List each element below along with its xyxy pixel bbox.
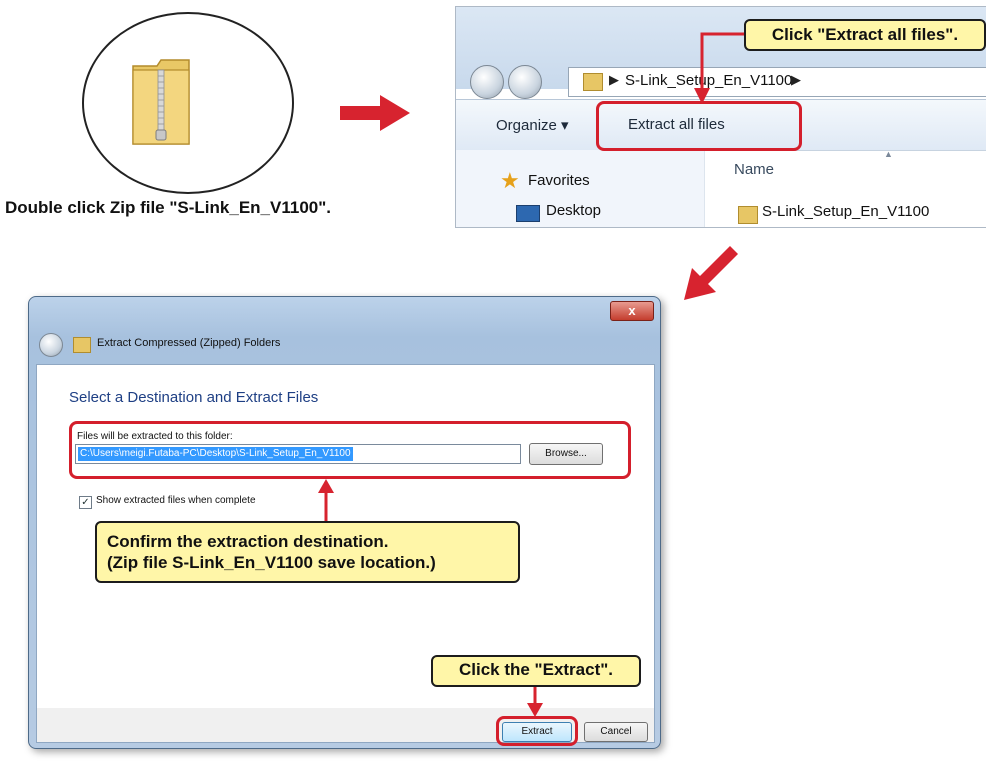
- destination-callout: Confirm the extraction destination. (Zip…: [95, 521, 520, 583]
- breadcrumb-separator-icon[interactable]: ▶: [609, 72, 619, 88]
- address-bar[interactable]: ▶ S-Link_Setup_En_V1100 ▶: [568, 67, 986, 97]
- navigation-pane: ★ Favorites Desktop: [456, 150, 705, 227]
- close-button[interactable]: x: [610, 301, 654, 321]
- up-arrow-icon: [318, 479, 334, 523]
- zip-folder-icon: [73, 337, 91, 353]
- breadcrumb-separator-icon[interactable]: ▶: [791, 72, 801, 88]
- dialog-heading: Select a Destination and Extract Files: [69, 389, 319, 406]
- callout-pointer-arrow: [694, 32, 748, 104]
- back-button[interactable]: [39, 333, 63, 357]
- extract-all-callout: Click "Extract all files".: [744, 19, 986, 51]
- zip-folder-icon[interactable]: [127, 52, 197, 152]
- desktop-icon: [516, 205, 540, 222]
- nav-item-favorites[interactable]: Favorites: [528, 172, 590, 189]
- zip-file-caption: Double click Zip file "S-Link_En_V1100".: [5, 198, 332, 217]
- folder-icon: [738, 206, 758, 224]
- nav-item-desktop[interactable]: Desktop: [546, 202, 601, 219]
- show-files-checkbox[interactable]: ✓: [79, 496, 92, 509]
- right-arrow-icon: [340, 95, 410, 131]
- show-files-label: Show extracted files when complete: [96, 495, 256, 506]
- dialog-title: Extract Compressed (Zipped) Folders: [97, 337, 281, 349]
- destination-callout-line1: Confirm the extraction destination.: [107, 532, 389, 551]
- column-header-name[interactable]: Name: [734, 161, 774, 178]
- star-icon: ★: [500, 168, 520, 193]
- forward-button[interactable]: [508, 65, 542, 99]
- destination-highlight: [69, 421, 631, 479]
- list-item[interactable]: S-Link_Setup_En_V1100: [762, 203, 929, 220]
- back-button[interactable]: [470, 65, 504, 99]
- extract-all-highlight: [596, 101, 802, 151]
- down-arrow-icon: [527, 683, 543, 717]
- organize-menu[interactable]: Organize ▾: [496, 116, 569, 134]
- extract-button-highlight: [496, 716, 578, 746]
- sort-caret-icon: ▲: [884, 149, 893, 159]
- extract-callout: Click the "Extract".: [431, 655, 641, 687]
- folder-icon: [583, 73, 603, 91]
- destination-callout-line2: (Zip file S-Link_En_V1100 save location.…: [107, 553, 436, 572]
- down-left-arrow-icon: [684, 246, 738, 300]
- cancel-button[interactable]: Cancel: [584, 722, 648, 742]
